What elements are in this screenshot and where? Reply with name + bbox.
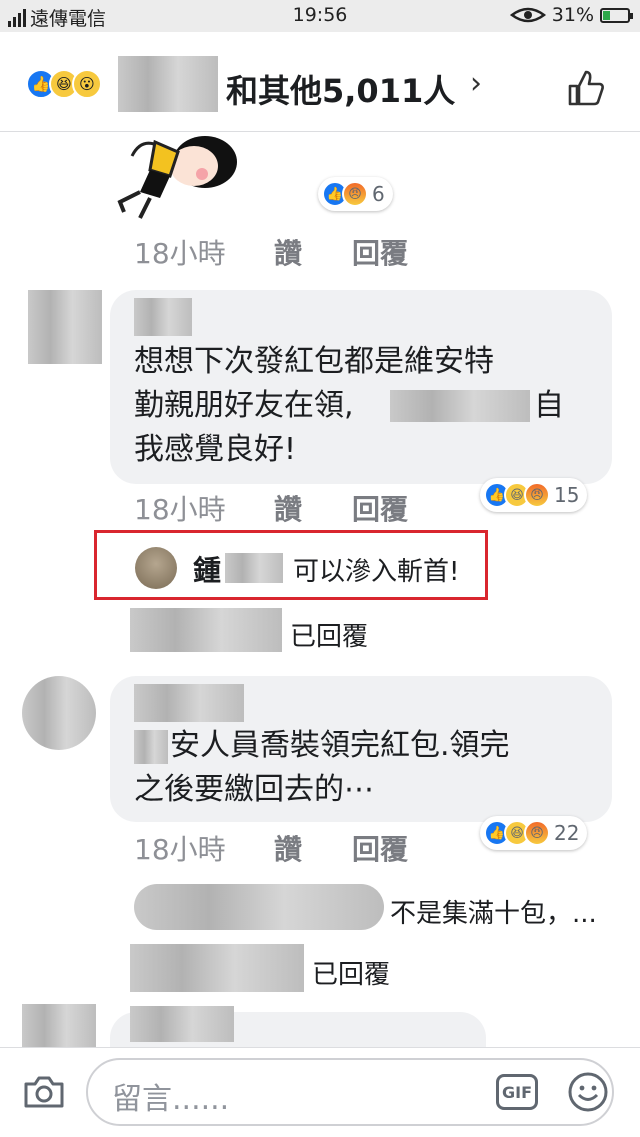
comment-text-line: 自 xyxy=(534,388,564,423)
eye-icon xyxy=(509,7,546,23)
like-button-icon[interactable] xyxy=(566,68,606,108)
like-link[interactable]: 讚 xyxy=(274,488,302,528)
chevron-right-icon[interactable]: › xyxy=(470,66,482,101)
angry-icon: 😠 xyxy=(342,181,368,207)
avatar[interactable] xyxy=(22,676,96,750)
blurred-text xyxy=(390,390,530,422)
angry-icon: 😠 xyxy=(524,482,550,508)
blurred-name[interactable] xyxy=(134,684,244,722)
comment-text-line: 我感覺良好! xyxy=(134,432,297,467)
like-link[interactable]: 讚 xyxy=(274,232,302,272)
reply-preview-text[interactable]: 不是集滿十包，... xyxy=(390,893,597,930)
battery-icon xyxy=(600,7,633,23)
camera-icon[interactable] xyxy=(22,1074,66,1110)
reaction-count: 15 xyxy=(554,483,580,507)
blurred-name xyxy=(225,553,283,583)
reaction-summary-3[interactable]: 👍 😆 😠 22 xyxy=(480,816,588,850)
like-link[interactable]: 讚 xyxy=(274,828,302,868)
status-bar: 遠傳電信 19:56 31% xyxy=(0,0,640,32)
reply-link[interactable]: 回覆 xyxy=(352,232,408,272)
comment-time: 18小時 xyxy=(134,237,226,270)
reply-link[interactable]: 回覆 xyxy=(352,488,408,528)
comment-text-line: 想想下次發紅包都是維安特 xyxy=(134,344,494,379)
blurred-name xyxy=(130,1006,234,1042)
angry-icon: 😠 xyxy=(524,820,550,846)
blurred-name xyxy=(118,56,218,112)
emoji-icon[interactable] xyxy=(566,1070,610,1114)
blurred-name[interactable] xyxy=(134,298,192,336)
status-right: 31% xyxy=(509,4,633,26)
comment-time: 18小時 xyxy=(134,493,226,526)
replied-label[interactable]: 已回覆 xyxy=(312,954,390,991)
wow-icon: 😮 xyxy=(72,69,102,99)
blurred-reply-preview[interactable] xyxy=(130,944,304,992)
avatar[interactable] xyxy=(135,547,177,589)
comment-text-line: 安人員喬裝領完紅包.領完 xyxy=(170,728,510,763)
blurred-reply-preview[interactable] xyxy=(130,608,282,652)
avatar[interactable] xyxy=(28,290,102,364)
comment-text-line: 勤親朋好友在領, xyxy=(134,388,354,423)
header-reaction-stack: 👍 😆 😮 xyxy=(26,69,102,99)
highlighted-reply[interactable]: 鍾 可以滲入斬首! xyxy=(94,530,488,600)
battery-percent: 31% xyxy=(551,4,594,26)
reaction-summary-2[interactable]: 👍 😆 😠 15 xyxy=(480,478,588,512)
blurred-text xyxy=(134,730,168,764)
reaction-count: 22 xyxy=(554,821,580,845)
replied-label[interactable]: 已回覆 xyxy=(290,616,368,653)
comment-text-line: 之後要繳回去的⋯ xyxy=(134,772,374,807)
battery-level xyxy=(603,10,610,20)
comment-time: 18小時 xyxy=(134,833,226,866)
reaction-count: 6 xyxy=(372,182,385,206)
blurred-reply-preview[interactable] xyxy=(134,884,384,930)
reply-link[interactable]: 回覆 xyxy=(352,828,408,868)
comment-composer: 留言...... GIF xyxy=(0,1047,640,1137)
comment-input[interactable]: 留言...... GIF xyxy=(86,1058,614,1126)
comment-placeholder: 留言...... xyxy=(112,1082,230,1117)
gif-button[interactable]: GIF xyxy=(496,1074,538,1110)
sticker-image xyxy=(117,136,237,219)
likes-summary[interactable]: 和其他5,011人 xyxy=(226,66,455,112)
reactions-header[interactable]: 👍 😆 😮 和其他5,011人 › xyxy=(0,32,640,132)
reaction-summary-1[interactable]: 👍 😠 6 xyxy=(318,177,393,211)
reply-author[interactable]: 鍾 xyxy=(193,549,221,589)
reply-text: 可以滲入斬首! xyxy=(293,557,460,587)
